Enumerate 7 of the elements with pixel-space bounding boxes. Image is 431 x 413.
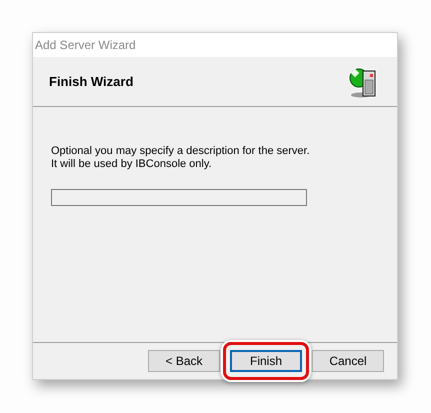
wizard-button[interactable]: < Back [148, 350, 220, 372]
description-field[interactable] [51, 189, 307, 206]
window-title: Add Server Wizard [35, 37, 136, 54]
wizard-button[interactable]: Finish [230, 350, 302, 372]
description-text: Optional you may specify a description for the server. It will be used by IBConsole only. [51, 145, 311, 171]
header-title: Finish Wizard [49, 72, 134, 91]
wizard-button[interactable]: Cancel [312, 350, 384, 372]
